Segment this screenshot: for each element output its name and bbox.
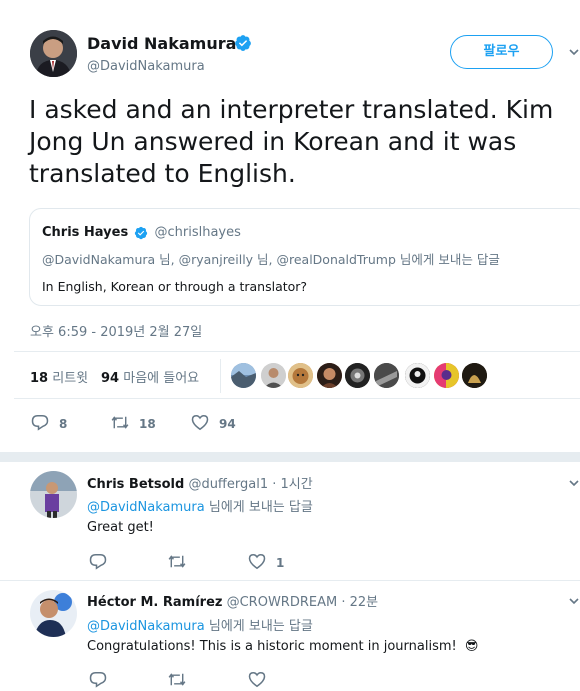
reply-icon[interactable] (31, 414, 49, 431)
liker-avatar[interactable] (261, 363, 286, 388)
reply-count: 8 (59, 417, 68, 431)
author-name[interactable]: David Nakamura (87, 34, 236, 53)
heart-icon[interactable] (191, 414, 209, 431)
retweet-count: 18 (139, 417, 156, 431)
heart-icon[interactable] (248, 553, 266, 570)
follow-button[interactable]: 팔로우 (450, 35, 553, 69)
reply-like-count: 1 (276, 556, 285, 570)
reply-text: Congratulations! This is a historic mome… (87, 639, 478, 654)
stats-separator (220, 359, 221, 393)
chevron-down-icon[interactable] (568, 477, 580, 489)
reply-to-suffix: 님에게 보내는 답글 (208, 619, 313, 634)
liker-avatar[interactable] (288, 363, 313, 388)
reply-to-suffix: 님에게 보내는 답글 (208, 500, 313, 515)
verified-badge-icon (135, 226, 148, 239)
reply-to-handle[interactable]: @DavidNakamura (87, 500, 205, 515)
chevron-down-icon[interactable] (568, 595, 580, 607)
reply-to-line: @DavidNakamura 님에게 보내는 답글 (87, 615, 313, 634)
reply-author-name[interactable]: Chris Betsold (87, 477, 184, 492)
retweet-icon[interactable] (167, 671, 187, 688)
reply-to-handle[interactable]: @DavidNakamura (87, 619, 205, 634)
quoted-reply-to: @DavidNakamura 님, @ryanjreilly 님, @realD… (42, 252, 500, 267)
chevron-down-icon[interactable] (568, 46, 580, 58)
liker-avatar[interactable] (462, 363, 487, 388)
reply-to-line: @DavidNakamura 님에게 보내는 답글 (87, 496, 313, 515)
retweets-count: 18 (30, 371, 49, 386)
tweet-text-line: Jong Un answered in Korean and it was (29, 127, 517, 156)
reply-avatar[interactable] (30, 471, 77, 518)
liker-avatar[interactable] (231, 363, 256, 388)
quoted-tweet-card[interactable]: Chris Hayes @chrislhayes @DavidNakamura … (29, 208, 580, 306)
liker-avatar[interactable] (374, 363, 399, 388)
reply-header: Héctor M. Ramírez @CROWRDREAM · 22분 (87, 591, 378, 610)
likes-label: 마음에 들어요 (123, 371, 200, 386)
retweet-stats[interactable]: 18 리트윗 (30, 367, 88, 386)
tweet-text-line: I asked and an interpreter translated. K… (29, 95, 554, 124)
reply-header: Chris Betsold @duffergal1 · 1시간 (87, 473, 313, 492)
like-count: 94 (219, 417, 236, 431)
liker-avatar[interactable] (345, 363, 370, 388)
reply-author-name[interactable]: Héctor M. Ramírez (87, 595, 222, 610)
reply-time[interactable]: · 1시간 (272, 477, 312, 492)
reply-text: Great get! (87, 520, 154, 535)
retweet-icon[interactable] (167, 553, 187, 570)
retweets-label: 리트윗 (52, 371, 89, 386)
author-handle[interactable]: @DavidNakamura (87, 59, 205, 74)
verified-badge-icon (235, 35, 251, 51)
liker-avatar[interactable] (434, 363, 459, 388)
quoted-text: In English, Korean or through a translat… (42, 279, 308, 294)
reply-icon[interactable] (89, 671, 107, 688)
quoted-header: Chris Hayes @chrislhayes (42, 225, 241, 240)
reply-time[interactable]: · 22분 (341, 595, 378, 610)
quoted-author-name: Chris Hayes (42, 225, 129, 240)
tweet-timestamp[interactable]: 오후 6:59 - 2019년 2월 27일 (30, 321, 202, 340)
heart-icon[interactable] (248, 671, 266, 688)
sunglasses-emoji-icon: 😎 (464, 639, 479, 654)
retweet-icon[interactable] (110, 414, 130, 431)
liker-avatar[interactable] (317, 363, 342, 388)
likes-count: 94 (101, 371, 120, 386)
tweet-text-line: translated to English. (29, 159, 296, 188)
reply-author-handle[interactable]: @duffergal1 (188, 477, 268, 492)
follow-button-label: 팔로우 (483, 44, 520, 59)
reply-icon[interactable] (89, 553, 107, 570)
divider (0, 580, 580, 581)
divider (0, 452, 580, 462)
reply-author-handle[interactable]: @CROWRDREAM (227, 595, 338, 610)
like-stats[interactable]: 94 마음에 들어요 (101, 367, 199, 386)
author-avatar[interactable] (30, 30, 77, 77)
tweet-text: I asked and an interpreter translated. K… (29, 94, 574, 190)
reply-text-content: Congratulations! This is a historic mome… (87, 639, 457, 654)
divider (14, 351, 580, 352)
reply-avatar[interactable] (30, 590, 77, 637)
divider (14, 398, 580, 399)
quoted-author-handle: @chrislhayes (154, 225, 241, 240)
liker-avatar[interactable] (405, 363, 430, 388)
